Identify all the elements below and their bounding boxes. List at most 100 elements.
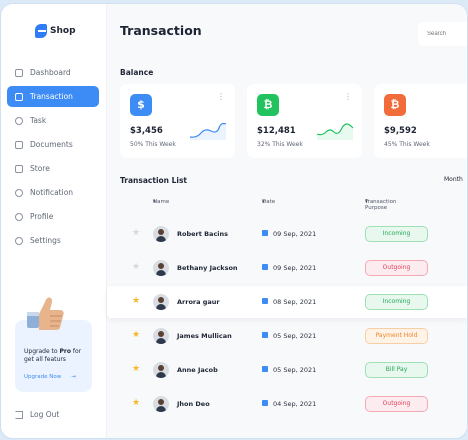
star-icon[interactable]: ★ (132, 399, 140, 408)
row-date: 04 Sep, 2021 (273, 400, 317, 408)
sidebar-item-notification[interactable]: Notification (7, 182, 99, 203)
logo-icon (35, 24, 47, 38)
thumbs-up-icon (27, 297, 64, 330)
balance-card[interactable]: ₿ ⋮ $12,481 32% This Week (247, 84, 362, 158)
sidebar-item-documents[interactable]: Documents (7, 134, 99, 155)
dollar-icon: $ (130, 94, 152, 116)
upgrade-text-pre: Upgrade to (24, 348, 60, 355)
logo[interactable]: Shop (35, 24, 76, 38)
calendar-icon (262, 298, 268, 304)
dashboard-icon (15, 68, 23, 77)
logout-icon (15, 410, 23, 419)
logo-text: Shop (50, 26, 76, 36)
sidebar-item-store[interactable]: Store (7, 158, 99, 179)
row-date: 05 Sep, 2021 (273, 332, 317, 340)
column-name-label: Name (153, 199, 170, 205)
status-badge: Incoming (365, 226, 428, 242)
transaction-list-heading: Transaction List (120, 176, 188, 185)
table-row[interactable]: ★ Bethany Jackson 09 Sep, 2021 Outgoing (107, 252, 467, 284)
calendar-icon (262, 230, 268, 236)
row-date: 09 Sep, 2021 (273, 264, 317, 272)
upgrade-text-bold: Pro (59, 348, 71, 355)
sidebar-item-label: Documents (30, 140, 73, 149)
avatar (153, 396, 169, 412)
calendar-icon (262, 332, 268, 338)
row-name: Arrora gaur (177, 298, 220, 306)
arrow-right-icon: → (71, 374, 76, 380)
row-name: James Mullican (177, 332, 232, 340)
table-row[interactable]: ★ Jhon Deo 04 Sep, 2021 Outgoing (107, 388, 467, 420)
sidebar-item-task[interactable]: Task (7, 110, 99, 131)
sidebar-item-transaction[interactable]: Transaction (7, 86, 99, 107)
sidebar-item-dashboard[interactable]: Dashboard (7, 62, 99, 83)
user-icon (15, 212, 23, 221)
calendar-icon (262, 264, 268, 270)
column-name[interactable]: Name ▾ (153, 199, 169, 205)
avatar (153, 260, 169, 276)
logout-label: Log Out (30, 410, 60, 419)
transaction-icon (15, 92, 23, 101)
star-icon[interactable]: ★ (132, 229, 140, 238)
trend-line (189, 122, 227, 140)
table-row[interactable]: ★ Anne Jacob 05 Sep, 2021 Bill Pay (107, 354, 467, 386)
avatar (153, 362, 169, 378)
task-icon (15, 116, 23, 125)
status-badge: Incoming (365, 294, 428, 310)
sidebar-item-label: Task (30, 116, 47, 125)
trend-line (316, 123, 354, 140)
star-icon[interactable]: ★ (132, 331, 140, 340)
upgrade-now-link[interactable]: Upgrade Now → (24, 374, 76, 380)
sidebar-item-label: Notification (30, 188, 74, 197)
row-date: 08 Sep, 2021 (273, 298, 317, 306)
avatar (153, 226, 169, 242)
balance-change: 45% This Week (384, 141, 430, 148)
row-date: 09 Sep, 2021 (273, 230, 317, 238)
period-dropdown[interactable]: Month (444, 176, 463, 183)
main-content: Transaction Balance $ ⋮ $3,456 50% This … (107, 4, 467, 438)
table-row[interactable]: ★ Arrora gaur 08 Sep, 2021 Incoming (107, 286, 467, 318)
page-title: Transaction (120, 23, 202, 38)
star-icon[interactable]: ★ (132, 297, 140, 306)
column-date-label: Date (262, 199, 276, 205)
more-icon[interactable]: ⋮ (217, 92, 225, 101)
gear-icon (15, 236, 23, 245)
row-name: Robert Bacins (177, 230, 229, 238)
upgrade-text: Upgrade to Pro for get all featurs (24, 348, 90, 364)
column-date[interactable]: Date ▾ (262, 199, 275, 205)
table-header: Name ▾ Date ▾ Transaction Purpose ▾ (107, 199, 467, 211)
star-icon[interactable]: ★ (132, 263, 140, 272)
row-date: 05 Sep, 2021 (273, 366, 317, 374)
bitcoin-icon: ₿ (257, 94, 279, 116)
row-name: Anne Jacob (177, 366, 218, 374)
search-input[interactable] (418, 22, 467, 46)
sidebar-item-label: Dashboard (30, 68, 71, 77)
row-name: Bethany Jackson (177, 264, 238, 272)
column-purpose[interactable]: Transaction Purpose ▾ (365, 199, 396, 211)
star-icon[interactable]: ★ (132, 365, 140, 374)
store-icon (15, 164, 23, 173)
balance-amount: $12,481 (257, 126, 296, 136)
status-badge: Outgoing (365, 396, 428, 412)
balance-amount: $3,456 (130, 126, 163, 136)
balance-heading: Balance (120, 68, 154, 77)
balance-change: 50% This Week (130, 141, 176, 148)
bell-icon (15, 188, 23, 197)
more-icon[interactable]: ⋮ (344, 92, 352, 101)
balance-change: 32% This Week (257, 141, 303, 148)
table-row[interactable]: ★ James Mullican 05 Sep, 2021 Payment Ho… (107, 320, 467, 352)
balance-amount: $9,592 (384, 126, 417, 136)
status-badge: Outgoing (365, 260, 428, 276)
sidebar-item-settings[interactable]: Settings (7, 230, 99, 251)
balance-card[interactable]: ₿ ⋮ $9,592 45% This Week (374, 84, 467, 158)
calendar-icon (262, 400, 268, 406)
table-row[interactable]: ★ Robert Bacins 09 Sep, 2021 Incoming (107, 218, 467, 250)
sidebar-nav: Dashboard Transaction Task Documents Sto… (7, 62, 99, 254)
sidebar-item-label: Settings (30, 236, 61, 245)
sidebar-item-profile[interactable]: Profile (7, 206, 99, 227)
sidebar-item-label: Profile (30, 212, 54, 221)
balance-card[interactable]: $ ⋮ $3,456 50% This Week (120, 84, 235, 158)
logout-button[interactable]: Log Out (15, 410, 59, 419)
avatar (153, 294, 169, 310)
avatar (153, 328, 169, 344)
calendar-icon (262, 366, 268, 372)
